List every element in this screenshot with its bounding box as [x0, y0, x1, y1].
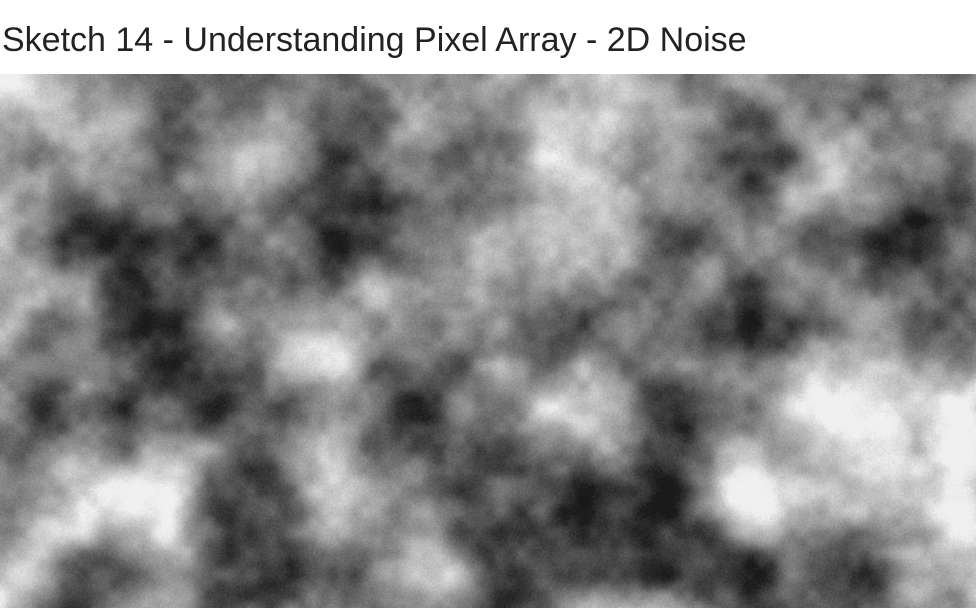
page-root: Sketch 14 - Understanding Pixel Array - …: [0, 0, 976, 608]
noise-canvas[interactable]: [0, 74, 976, 608]
page-title: Sketch 14 - Understanding Pixel Array - …: [2, 21, 747, 59]
